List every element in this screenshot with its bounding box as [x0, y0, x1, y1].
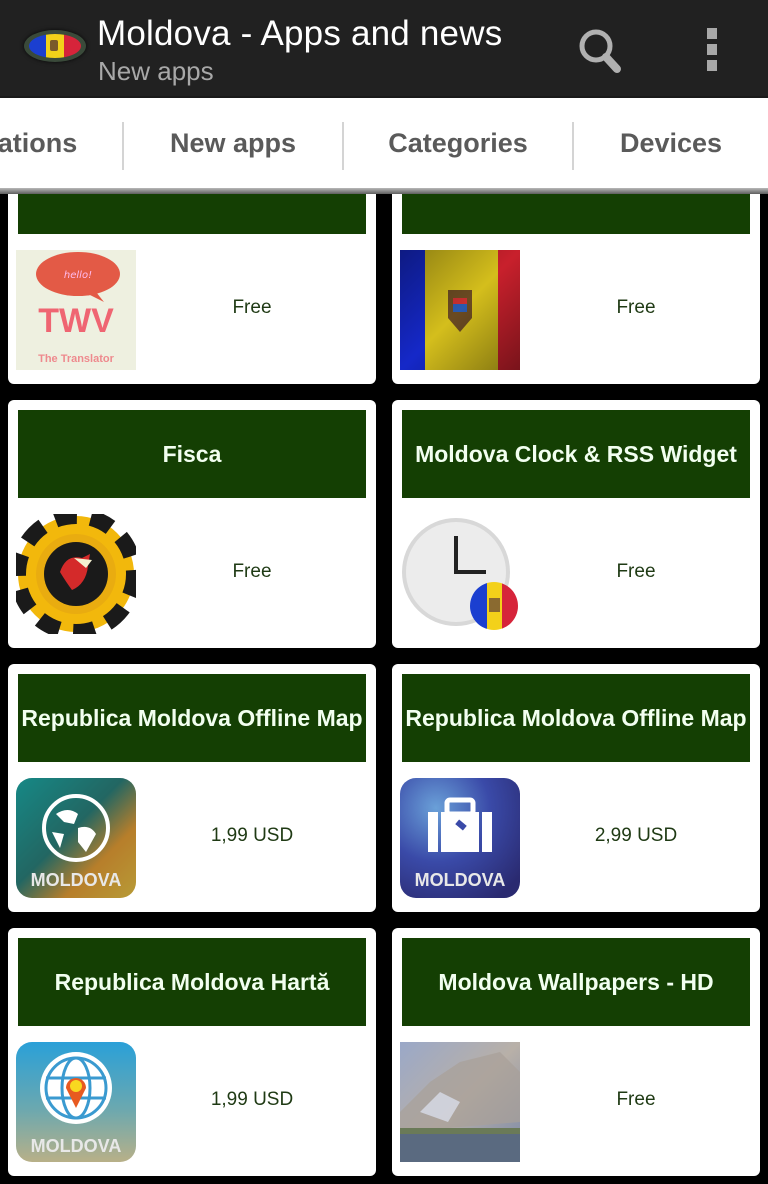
app-card-title: Republica Moldova Hartă — [18, 938, 366, 1026]
app-grid: hello! TWV The Translator Free Free Fisc… — [0, 194, 768, 1184]
app-card[interactable]: hello! TWV The Translator Free — [8, 194, 376, 384]
twv-translator-icon: hello! TWV The Translator — [16, 250, 136, 370]
app-card[interactable]: Free — [392, 194, 760, 384]
app-subtitle: New apps — [98, 56, 214, 86]
app-card-title — [18, 194, 366, 234]
app-card-title — [402, 194, 750, 234]
app-card-title: Moldova Wallpapers - HD — [402, 938, 750, 1026]
tab-categories[interactable]: Categories — [344, 98, 572, 188]
overflow-menu-dot — [707, 60, 717, 71]
app-price: 1,99 USD — [210, 825, 294, 846]
app-price: Free — [616, 1089, 656, 1110]
svg-text:TWV: TWV — [38, 302, 114, 340]
app-card[interactable]: Moldova Wallpapers - HD Free — [392, 928, 760, 1176]
app-price: Free — [232, 561, 272, 582]
globe-pin-icon: MOLDOVA — [16, 1042, 136, 1162]
svg-text:The Translator: The Translator — [38, 353, 115, 365]
overflow-menu-button[interactable] — [692, 22, 732, 78]
svg-text:MOLDOVA: MOLDOVA — [31, 870, 122, 890]
app-card-title: Republica Moldova Offline Map — [402, 674, 750, 762]
app-card-title: Fisca — [18, 410, 366, 498]
app-price: 2,99 USD — [594, 825, 678, 846]
overflow-menu-dot — [707, 44, 717, 55]
tab-bar: ations New apps Categories Devices — [0, 96, 768, 194]
tab-new-apps[interactable]: New apps — [124, 98, 342, 188]
app-card[interactable]: Republica Moldova Offline Map MOLDOVA — [392, 664, 760, 912]
tab-recommendations[interactable]: ations — [0, 98, 95, 188]
search-button[interactable] — [570, 22, 630, 78]
action-bar: Moldova - Apps and news New apps — [0, 0, 768, 96]
svg-text:MOLDOVA: MOLDOVA — [31, 1136, 122, 1156]
app-price: Free — [232, 297, 272, 318]
app-card[interactable]: Republica Moldova Offline Map MOLDOVA — [8, 664, 376, 912]
moldova-flag-logo-icon[interactable] — [24, 30, 86, 62]
moldova-flag-icon — [400, 250, 520, 370]
app-card[interactable]: Moldova Clock & RSS Widget Free — [392, 400, 760, 648]
app-price: Free — [616, 561, 656, 582]
app-card[interactable]: Republica Moldova Hartă MOLDOVA 1,99 USD — [8, 928, 376, 1176]
suitcase-icon: MOLDOVA — [400, 778, 520, 898]
fisca-chip-icon — [16, 514, 136, 634]
svg-text:hello!: hello! — [64, 270, 92, 281]
svg-text:MOLDOVA: MOLDOVA — [415, 870, 506, 890]
landscape-photo-icon — [400, 1042, 520, 1162]
globe-map-icon: MOLDOVA — [16, 778, 136, 898]
app-price: 1,99 USD — [210, 1089, 294, 1110]
app-title: Moldova - Apps and news — [97, 14, 503, 53]
tab-devices[interactable]: Devices — [574, 98, 768, 188]
clock-flag-icon — [400, 514, 520, 634]
search-icon — [579, 29, 621, 73]
app-card[interactable]: Fisca Free — [8, 400, 376, 648]
app-price: Free — [616, 297, 656, 318]
app-card-title: Republica Moldova Offline Map — [18, 674, 366, 762]
app-card-title: Moldova Clock & RSS Widget — [402, 410, 750, 498]
overflow-menu-icon — [707, 28, 717, 39]
